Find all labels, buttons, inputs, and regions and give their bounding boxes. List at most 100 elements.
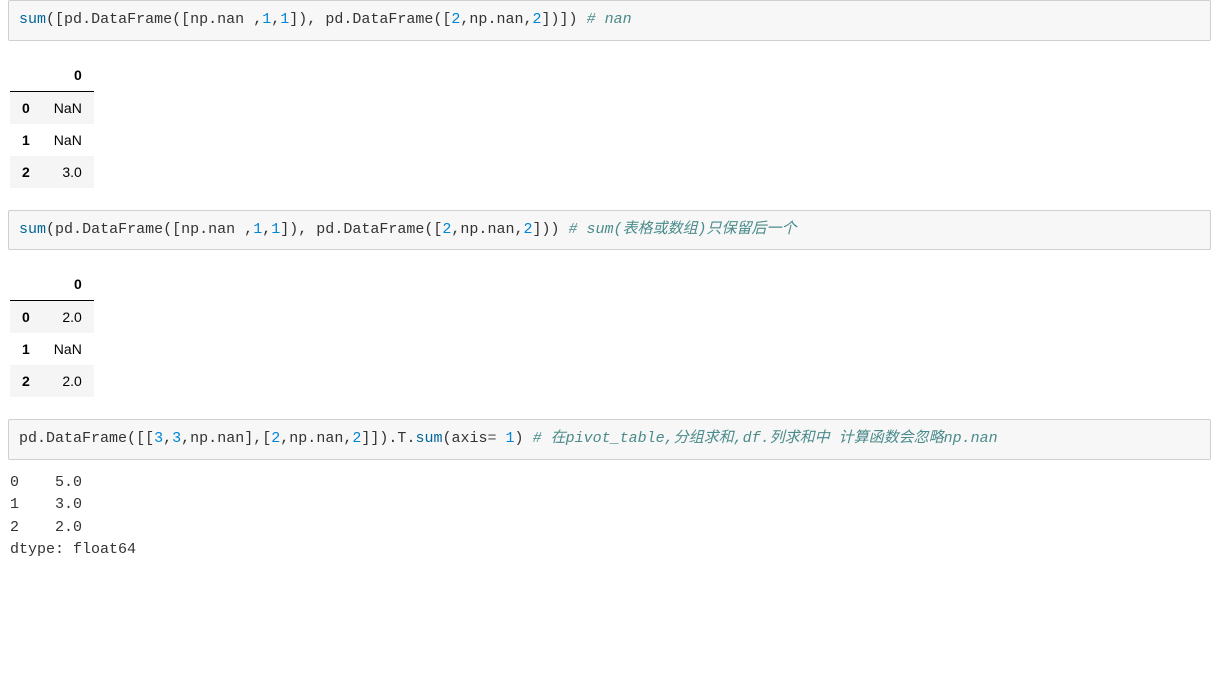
table-row: 2 2.0 [10, 365, 94, 397]
table-cell: 2.0 [42, 301, 94, 334]
code-token: pd [55, 221, 73, 238]
code-token: ) [569, 11, 578, 28]
code-token: ] [280, 221, 289, 238]
code-token: np [289, 430, 307, 447]
table-row-index: 2 [10, 156, 42, 188]
code-token: , [262, 221, 271, 238]
table-row-index: 2 [10, 365, 42, 397]
table-corner [10, 59, 42, 92]
output-line: 1 3.0 [10, 496, 82, 513]
code-token: ] [560, 11, 569, 28]
code-token: . [334, 221, 343, 238]
table-row-index: 0 [10, 91, 42, 124]
output-line: 2 2.0 [10, 519, 82, 536]
code-token: ] [532, 221, 541, 238]
code-token [244, 11, 253, 28]
code-token: , [181, 430, 190, 447]
code-token: [ [136, 430, 145, 447]
code-token: np [190, 430, 208, 447]
code-token: ) [551, 11, 560, 28]
code-token: 1 [506, 430, 515, 447]
code-token: [ [181, 11, 190, 28]
code-cell-3: pd.DataFrame([[3,3,np.nan],[2,np.nan,2]]… [8, 419, 1211, 460]
code-token: pd [19, 430, 37, 447]
code-token: np [181, 221, 199, 238]
code-token: , [244, 221, 253, 238]
code-token: ( [127, 430, 136, 447]
code-token: [ [172, 221, 181, 238]
code-token: . [343, 11, 352, 28]
table-row-index: 1 [10, 124, 42, 156]
code-cell-2: sum(pd.DataFrame([np.nan ,1,1]), pd.Data… [8, 210, 1211, 251]
code-token: sum [19, 221, 46, 238]
code-token: ( [163, 221, 172, 238]
table-corner [10, 268, 42, 301]
code-token: = [488, 430, 497, 447]
code-token: nan [487, 221, 514, 238]
table-cell: 3.0 [42, 156, 94, 188]
code-token [524, 430, 533, 447]
code-token: np [469, 11, 487, 28]
code-token: ( [172, 11, 181, 28]
table-col-header: 0 [42, 268, 94, 301]
text-output: 0 5.0 1 3.0 2 2.0 dtype: float64 [10, 472, 1219, 562]
code-token: DataFrame [343, 221, 424, 238]
code-token: 1 [262, 11, 271, 28]
code-token: ) [289, 221, 298, 238]
code-token: [ [262, 430, 271, 447]
code-token: ( [46, 221, 55, 238]
code-token: . [208, 11, 217, 28]
code-token [578, 11, 587, 28]
code-token: DataFrame [82, 221, 163, 238]
code-token: pd [316, 221, 334, 238]
code-token: DataFrame [91, 11, 172, 28]
code-token [307, 221, 316, 238]
code-token: ( [424, 221, 433, 238]
table-cell: NaN [42, 124, 94, 156]
table-row: 2 3.0 [10, 156, 94, 188]
code-token: pd [325, 11, 343, 28]
code-token: DataFrame [46, 430, 127, 447]
code-token: , [271, 11, 280, 28]
table-cell: NaN [42, 91, 94, 124]
code-token: axis [451, 430, 487, 447]
code-comment: # sum(表格或数组)只保留后一个 [569, 221, 797, 238]
table-row-index: 1 [10, 333, 42, 365]
code-token: . [199, 221, 208, 238]
code-token: np [190, 11, 208, 28]
code-token: nan [496, 11, 523, 28]
code-token: 2 [271, 430, 280, 447]
code-token: sum [415, 430, 442, 447]
code-token: nan [217, 430, 244, 447]
code-token: . [82, 11, 91, 28]
code-token [316, 11, 325, 28]
code-token: 1 [253, 221, 262, 238]
code-token: 3 [154, 430, 163, 447]
code-comment: # nan [587, 11, 632, 28]
table-row: 1 NaN [10, 333, 94, 365]
table-row: 1 NaN [10, 124, 94, 156]
code-token: pd [64, 11, 82, 28]
code-token: . [208, 430, 217, 447]
code-token [235, 221, 244, 238]
code-token: , [253, 430, 262, 447]
code-comment: # 在pivot_table,分组求和,df.列求和中 计算函数会忽略np.na… [533, 430, 998, 447]
code-token: ( [46, 11, 55, 28]
code-token: , [163, 430, 172, 447]
code-token: 1 [280, 11, 289, 28]
code-token: ) [515, 430, 524, 447]
code-token: ) [542, 221, 551, 238]
code-token: , [280, 430, 289, 447]
code-token [560, 221, 569, 238]
code-token: , [343, 430, 352, 447]
code-token: nan [217, 11, 244, 28]
code-token: nan [316, 430, 343, 447]
code-token: ] [289, 11, 298, 28]
code-token: . [307, 430, 316, 447]
table-col-header: 0 [42, 59, 94, 92]
table-row-index: 0 [10, 301, 42, 334]
output-table-1: 0 0 NaN 1 NaN 2 3.0 [10, 59, 94, 188]
code-token: , [253, 11, 262, 28]
output-line: dtype: float64 [10, 541, 136, 558]
code-token: 2 [352, 430, 361, 447]
